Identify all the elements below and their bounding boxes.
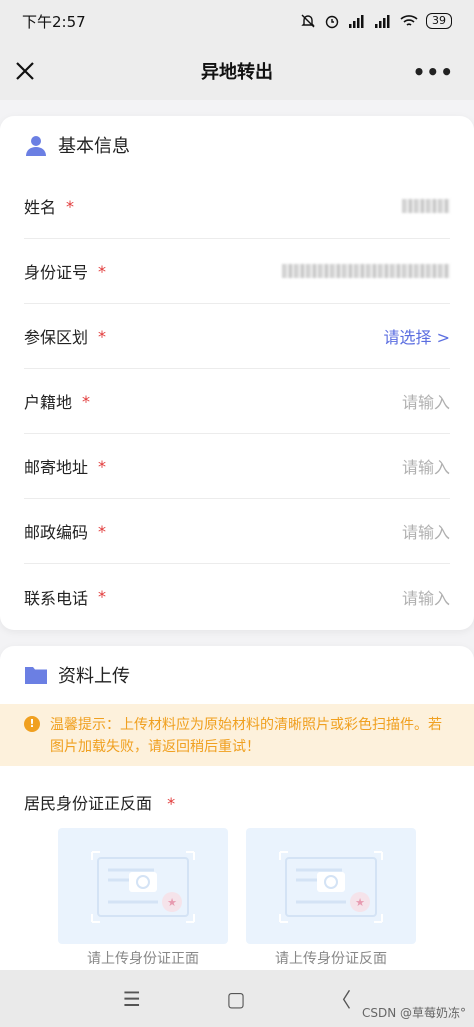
id-front-caption: 请上传身份证正面 xyxy=(87,951,199,967)
basic-info-card: 基本信息 姓名 * 身份证号 * 参保区划 * 请选择 > 户籍地 * 请输入 … xyxy=(0,116,474,630)
id-card-camera-icon: ★ xyxy=(91,851,195,923)
required-mark: * xyxy=(98,326,107,346)
field-postal-code[interactable]: 邮政编码 * 请输入 xyxy=(24,499,450,564)
more-menu-icon[interactable]: ••• xyxy=(413,60,454,84)
menu-icon[interactable]: ☰ xyxy=(123,987,141,1011)
mute-bell-icon xyxy=(301,14,315,28)
field-household-registration[interactable]: 户籍地 * 请输入 xyxy=(24,369,450,434)
close-icon[interactable] xyxy=(12,58,38,84)
wifi-icon xyxy=(400,15,418,26)
household-input[interactable]: 请输入 xyxy=(402,389,450,413)
notice-line: 图片加载失败，请返回稍后重试！ xyxy=(50,739,260,755)
basic-info-header: 基本信息 xyxy=(0,116,474,174)
id-card-label-text: 居民身份证正反面 xyxy=(24,794,153,813)
user-icon xyxy=(26,136,46,156)
svg-text:★: ★ xyxy=(167,896,177,909)
postal-code-input[interactable]: 请输入 xyxy=(402,519,450,543)
alarm-icon xyxy=(325,15,339,29)
required-mark: * xyxy=(66,196,75,216)
phone-input[interactable]: 请输入 xyxy=(402,585,450,609)
field-label: 邮政编码 xyxy=(24,523,89,542)
field-insured-region[interactable]: 参保区划 * 请选择 > xyxy=(24,304,450,369)
required-mark: * xyxy=(98,587,107,606)
status-time: 下午2:57 xyxy=(22,12,86,31)
folder-icon xyxy=(25,667,47,684)
home-icon[interactable]: ▢ xyxy=(227,987,246,1011)
required-mark: * xyxy=(98,521,107,541)
upload-header: 资料上传 xyxy=(0,646,474,704)
required-mark: * xyxy=(82,391,91,411)
status-icons: 39 xyxy=(300,13,452,29)
field-mailing-address[interactable]: 邮寄地址 * 请输入 xyxy=(24,434,450,499)
id-back-caption: 请上传身份证反面 xyxy=(275,951,387,967)
field-label: 身份证号 xyxy=(24,263,89,282)
page-title: 异地转出 xyxy=(201,62,273,83)
watermark: CSDN @草莓奶冻° xyxy=(361,1006,466,1020)
upload-notice: ! 温馨提示：上传材料应为原始材料的清晰照片或彩色扫描件。若 图片加载失败，请返… xyxy=(0,704,474,766)
warning-icon: ! xyxy=(24,716,40,732)
back-icon[interactable]: 〈 xyxy=(331,984,351,1013)
field-label: 姓名 xyxy=(24,198,57,217)
name-value-redacted xyxy=(402,199,450,213)
upload-card: 资料上传 ! 温馨提示：上传材料应为原始材料的清晰照片或彩色扫描件。若 图片加载… xyxy=(0,646,474,1026)
required-mark: * xyxy=(98,456,107,476)
signal-icon xyxy=(349,15,364,28)
field-label: 邮寄地址 xyxy=(24,458,89,477)
field-name[interactable]: 姓名 * xyxy=(24,174,450,239)
id-back-upload-button[interactable]: ★ xyxy=(246,828,416,944)
header-bar: 异地转出 ••• xyxy=(0,42,474,100)
field-label: 联系电话 xyxy=(24,588,89,608)
status-bar: 下午2:57 39 xyxy=(0,0,474,42)
required-mark: * xyxy=(167,794,176,813)
battery-indicator: 39 xyxy=(426,13,452,29)
id-value-redacted xyxy=(282,264,450,278)
region-select[interactable]: 请选择 > xyxy=(384,324,451,348)
notice-line: 温馨提示：上传材料应为原始材料的清晰照片或彩色扫描件。若 xyxy=(50,717,442,733)
required-mark: * xyxy=(98,261,107,281)
svg-text:★: ★ xyxy=(355,896,365,909)
id-front-upload-button[interactable]: ★ xyxy=(58,828,228,944)
field-label: 户籍地 xyxy=(24,393,73,412)
basic-info-title: 基本信息 xyxy=(58,136,130,157)
upload-title: 资料上传 xyxy=(58,666,130,687)
notice-text: 温馨提示：上传材料应为原始材料的清晰照片或彩色扫描件。若 图片加载失败，请返回稍… xyxy=(50,714,442,766)
field-phone[interactable]: 联系电话 * 请输入 xyxy=(24,564,450,629)
id-card-upload-label: 居民身份证正反面 * xyxy=(24,790,175,814)
id-card-camera-icon: ★ xyxy=(279,851,383,923)
field-id-number[interactable]: 身份证号 * xyxy=(24,239,450,304)
address-input[interactable]: 请输入 xyxy=(402,454,450,478)
signal-hd-icon xyxy=(375,15,390,28)
field-label: 参保区划 xyxy=(24,328,89,347)
